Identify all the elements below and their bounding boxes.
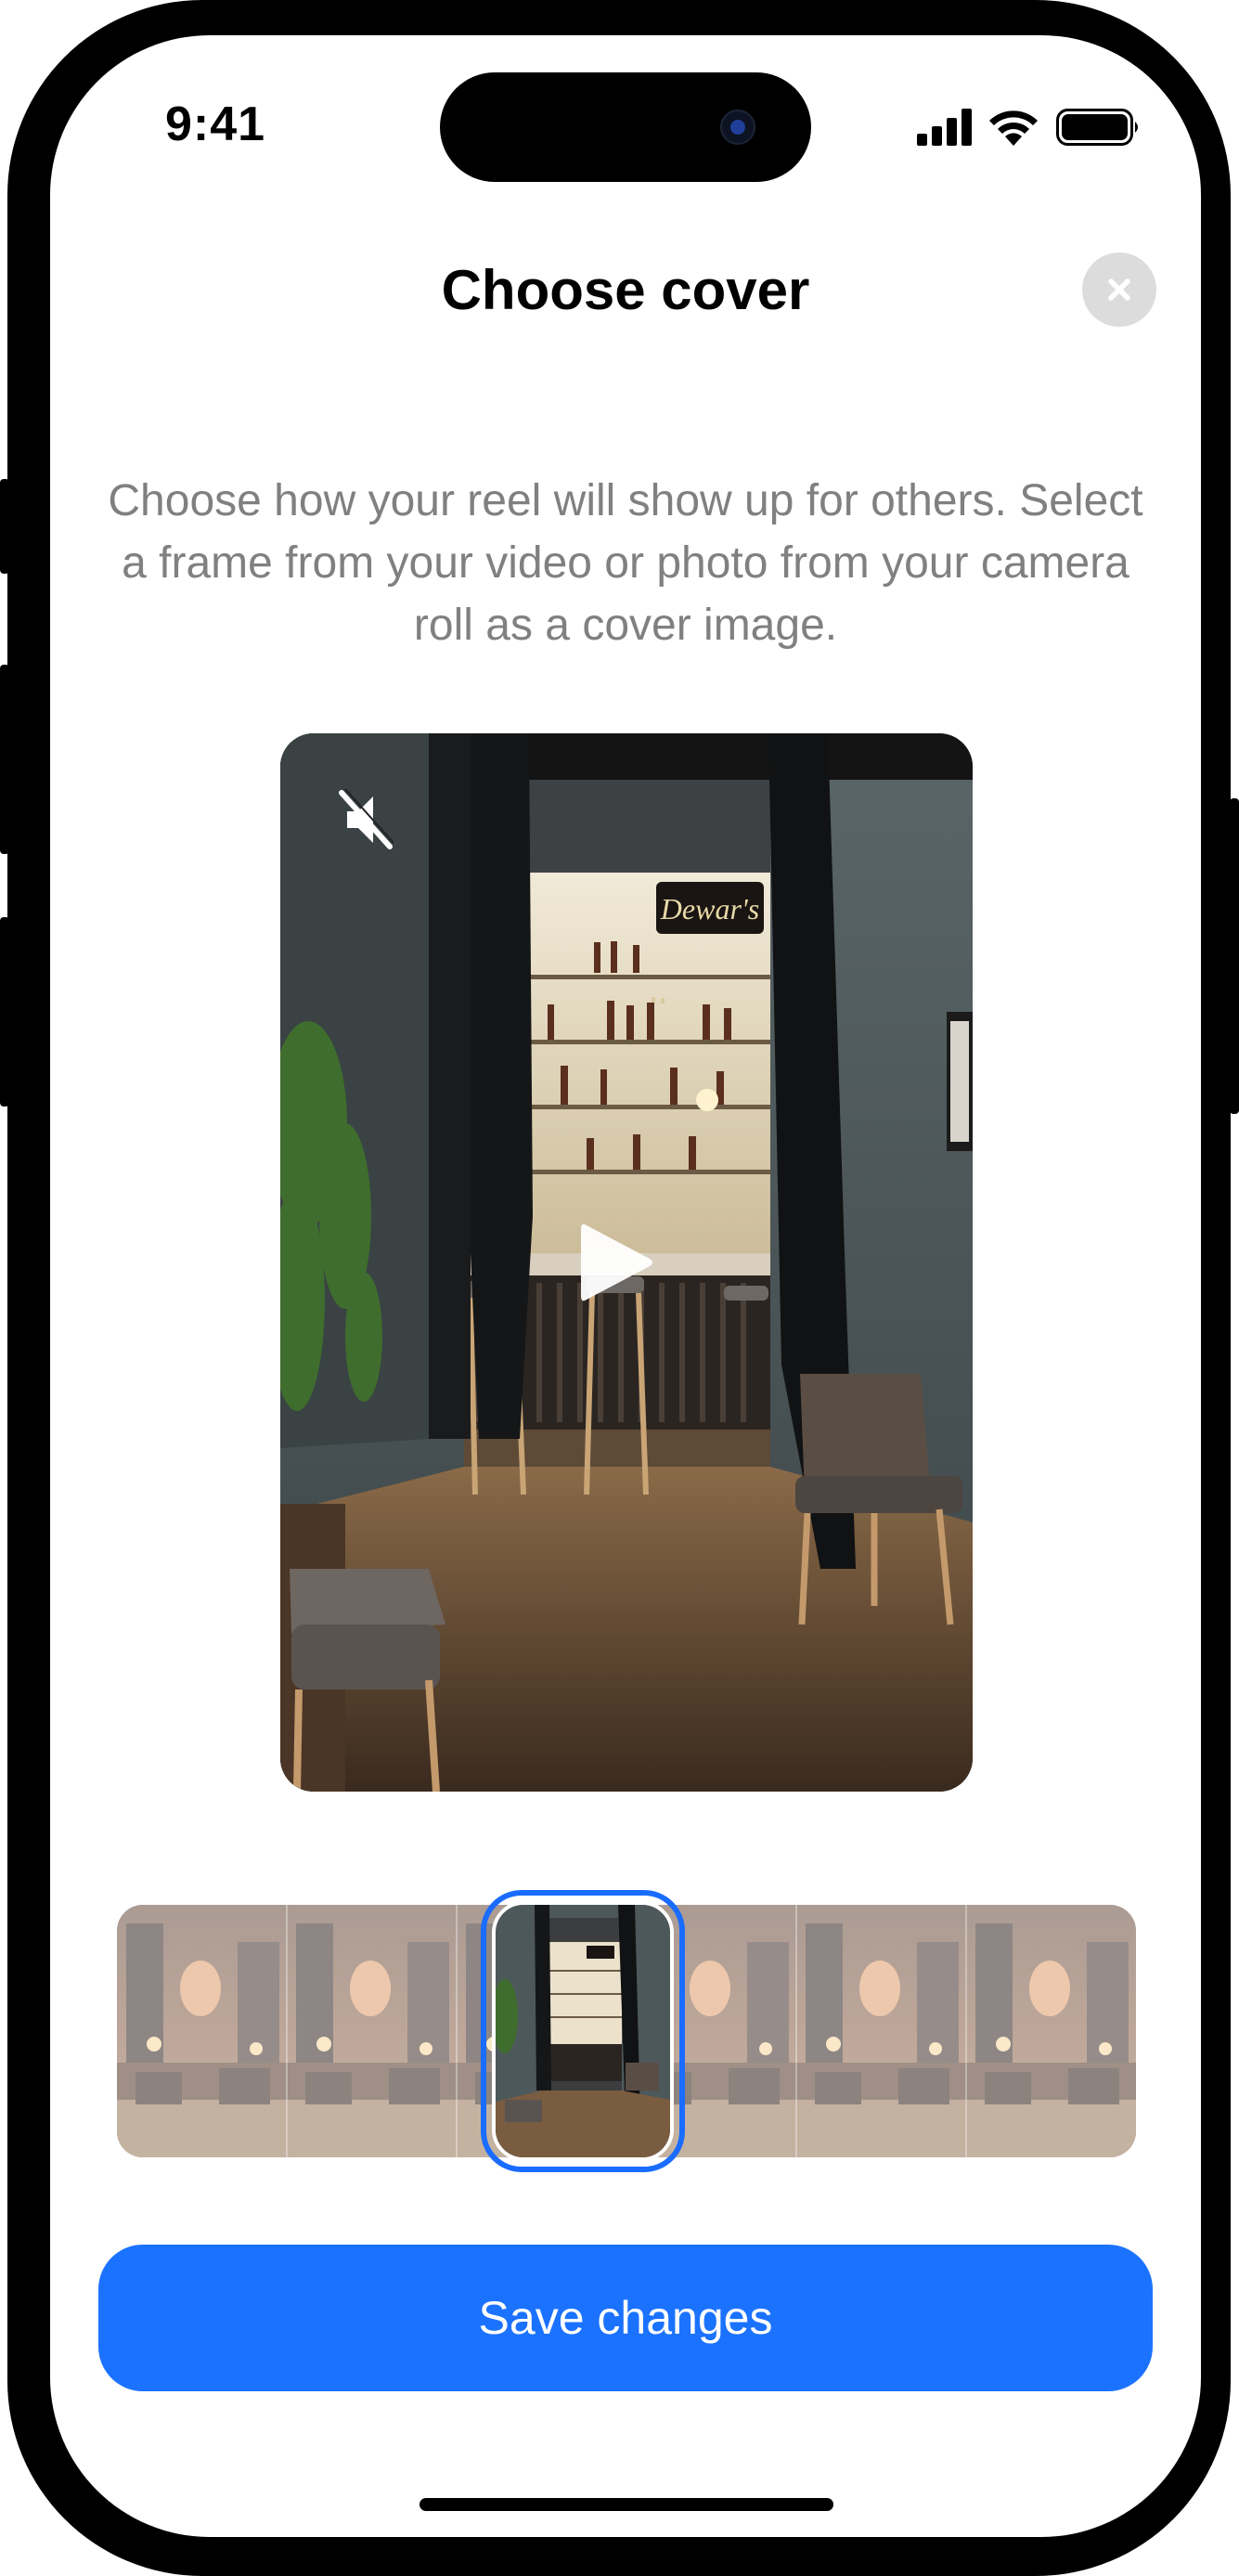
power-button — [1230, 798, 1239, 1114]
cover-preview[interactable]: Dewar's — [280, 733, 973, 1792]
dynamic-island — [440, 72, 811, 182]
front-camera-icon — [720, 110, 755, 145]
page-title: Choose cover — [441, 259, 810, 321]
selected-frame-thumb[interactable] — [481, 1890, 685, 2172]
close-button[interactable] — [1082, 252, 1156, 327]
home-indicator[interactable] — [419, 2498, 833, 2511]
close-icon — [1108, 278, 1130, 301]
muted-speaker-icon[interactable] — [338, 789, 394, 850]
wifi-icon — [989, 110, 1038, 146]
play-icon[interactable] — [574, 1216, 657, 1309]
battery-icon — [1056, 109, 1138, 146]
selected-frame-image — [492, 1901, 674, 2161]
description-text: Choose how your reel will show up for ot… — [108, 476, 1143, 650]
phone-frame: 9:41 Choose cover Choose how your reel w… — [7, 0, 1231, 2576]
dewars-sign: Dewar's — [660, 892, 759, 926]
cellular-signal-icon — [917, 109, 972, 146]
selected-frame-graphic — [496, 1905, 670, 2157]
save-changes-button[interactable]: Save changes — [98, 2245, 1153, 2391]
phone-screen: 9:41 Choose cover Choose how your reel w… — [50, 35, 1201, 2537]
status-time: 9:41 — [165, 97, 266, 151]
